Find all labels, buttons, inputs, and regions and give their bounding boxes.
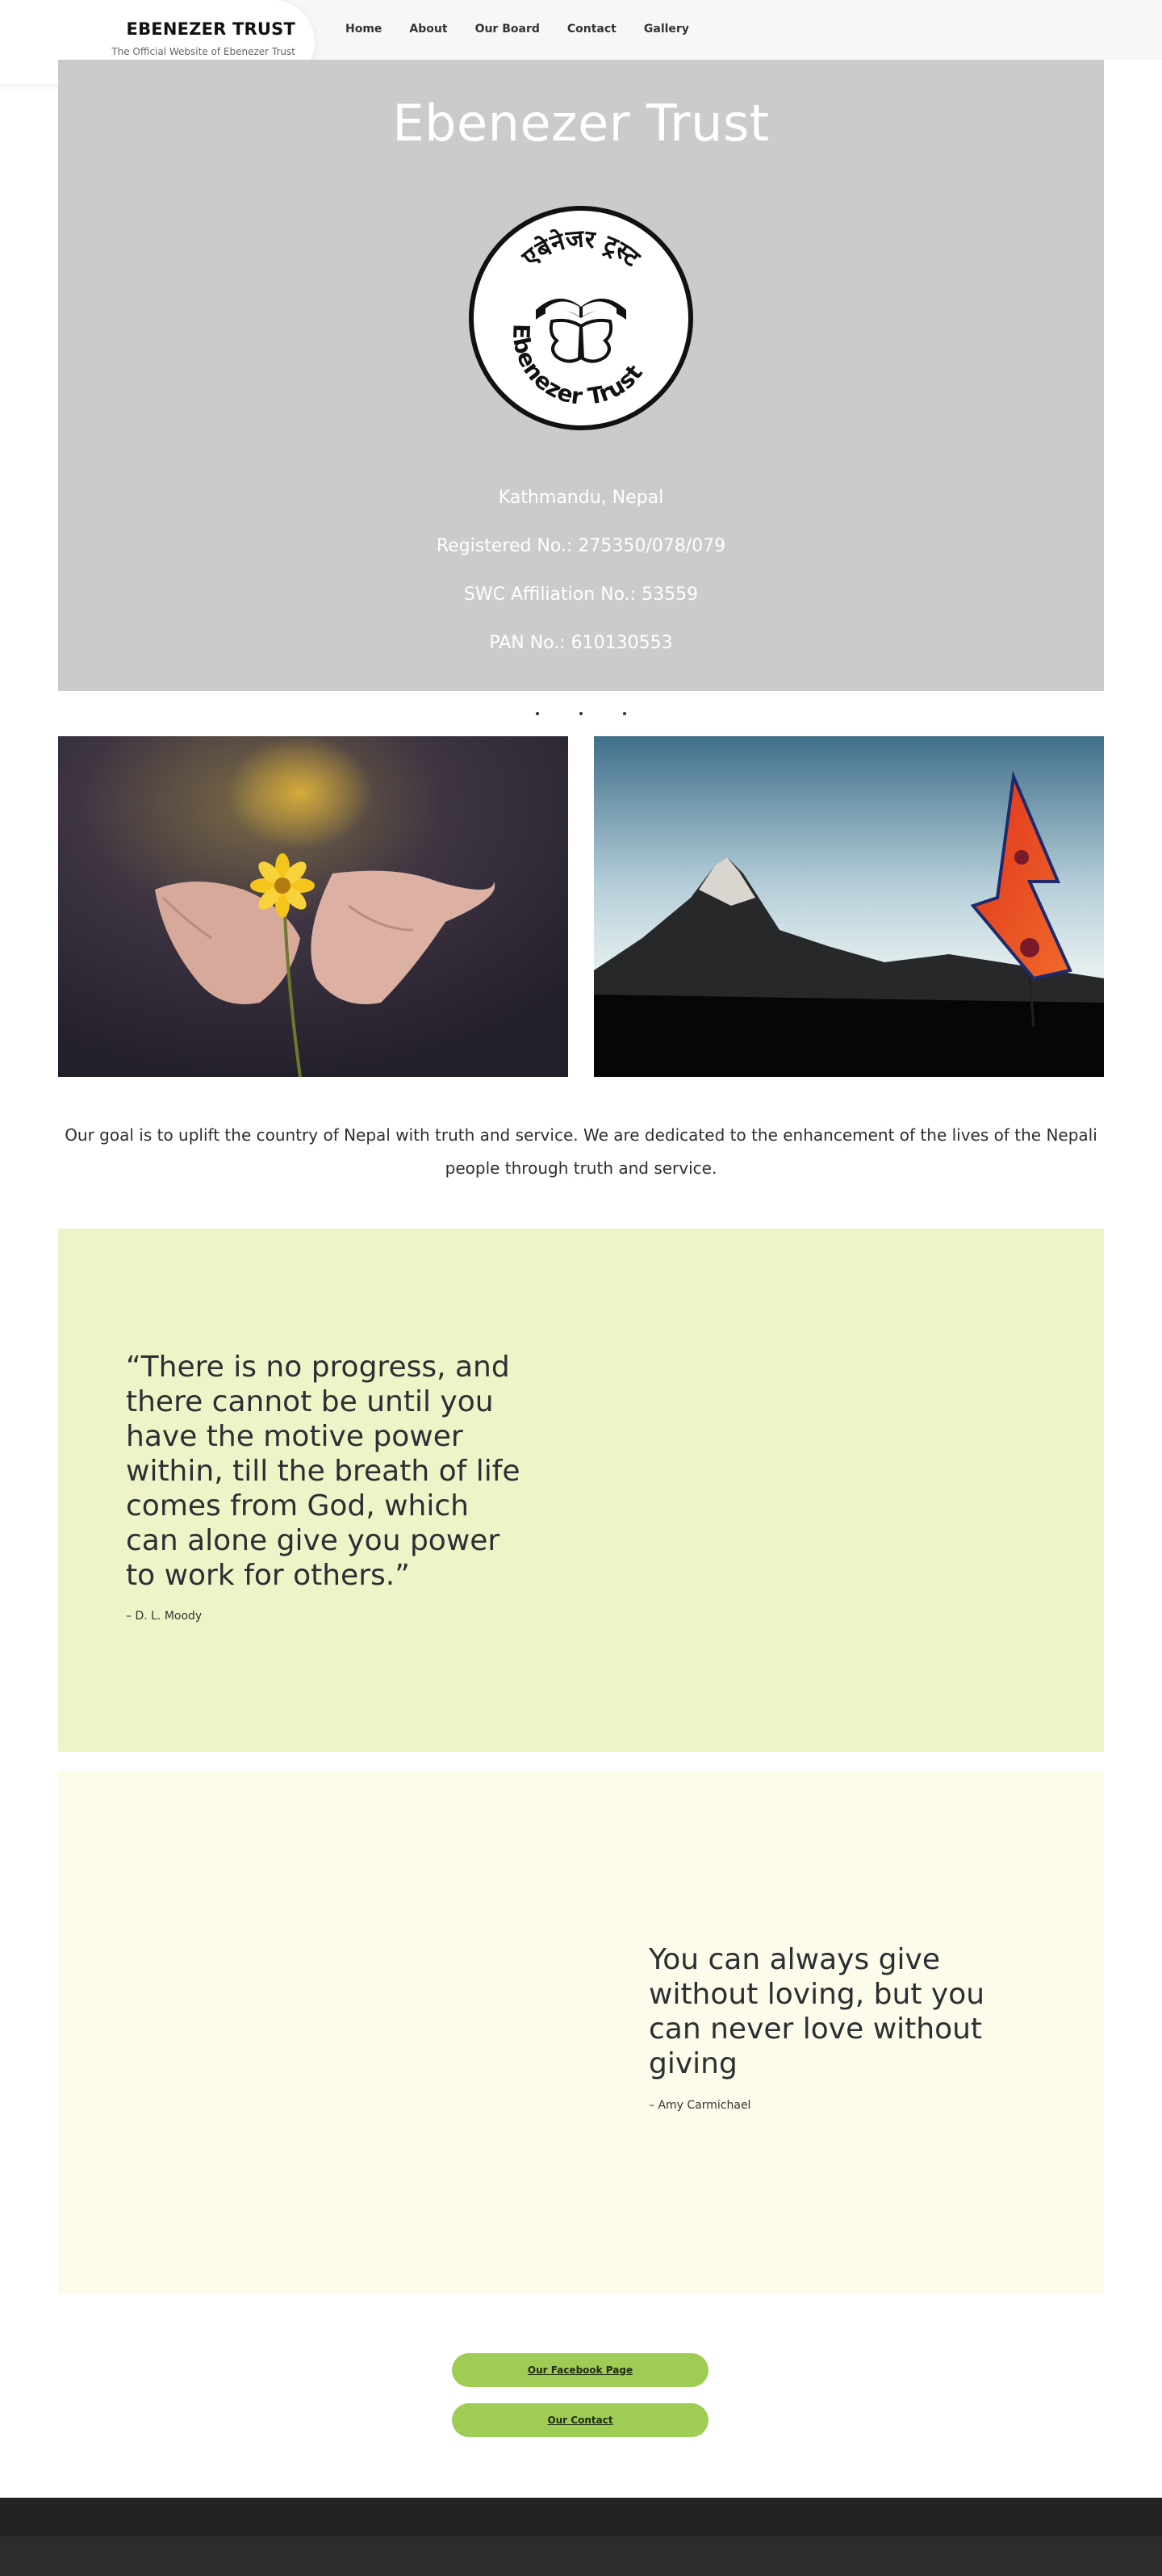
hero-swc-affiliation: SWC Affiliation No.: 53559 (463, 584, 699, 605)
quote-block-moody: “There is no progress, and there cannot … (58, 1229, 1104, 1752)
nav-our-board[interactable]: Our Board (475, 23, 540, 36)
ebenezer-trust-logo: एबेनेजर ट्रस्ट Ebenezer Trust (468, 205, 694, 431)
footer (0, 2498, 1162, 2536)
mountain-nepal-flag-photo (594, 736, 1104, 1077)
facebook-page-button[interactable]: Our Facebook Page (452, 2353, 708, 2387)
slider-dot[interactable] (623, 712, 626, 715)
slider-dot[interactable] (579, 712, 583, 715)
hero-location: Kathmandu, Nepal (498, 488, 664, 508)
footer-bottom-bar (0, 2536, 1162, 2576)
contact-button[interactable]: Our Contact (452, 2403, 708, 2437)
quote-text: You can always give without loving, but … (649, 1943, 985, 2080)
site-title[interactable]: EBENEZER TRUST (97, 19, 295, 39)
nav-gallery[interactable]: Gallery (644, 23, 689, 36)
quote-author: – Amy Carmichael (649, 2099, 751, 2112)
hero-pan: PAN No.: 610130553 (489, 633, 673, 653)
nav-home[interactable]: Home (345, 23, 382, 36)
hero-section: Ebenezer Trust एबेनेजर ट्रस्ट Ebenezer T… (58, 60, 1104, 691)
nav-contact[interactable]: Contact (567, 23, 617, 36)
nav-about[interactable]: About (409, 23, 447, 36)
site-tagline: The Official Website of Ebenezer Trust (111, 46, 295, 57)
quote-author: – D. L. Moody (126, 1610, 203, 1623)
quote-text: “There is no progress, and there cannot … (126, 1351, 520, 1592)
slider-dots (533, 712, 629, 717)
hero-registration: Registered No.: 275350/078/079 (436, 536, 726, 556)
quote-block-carmichael: You can always give without loving, but … (58, 1771, 1104, 2294)
goal-statement: Our goal is to uplift the country of Nep… (65, 1125, 1097, 1178)
logo-seal: एबेनेजर ट्रस्ट Ebenezer Trust (469, 206, 693, 430)
hero-title: Ebenezer Trust (392, 94, 770, 153)
slider-dot[interactable] (536, 712, 539, 715)
hands-holding-flower-photo (58, 736, 568, 1077)
main-nav: Home About Our Board Contact Gallery (345, 23, 717, 36)
